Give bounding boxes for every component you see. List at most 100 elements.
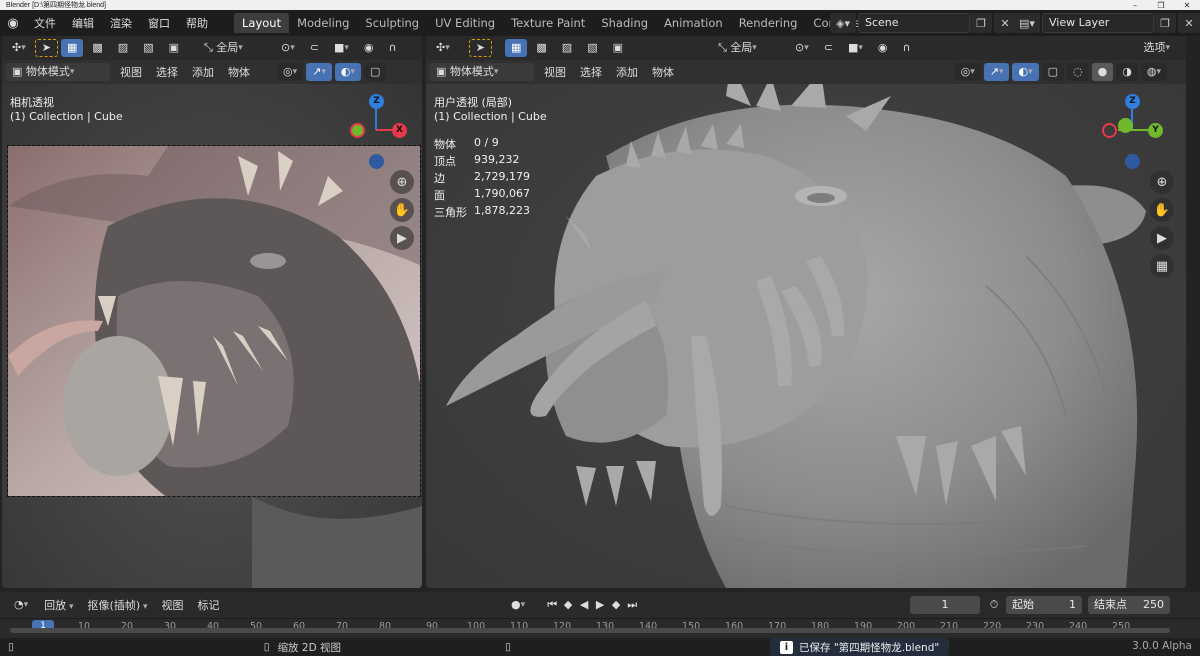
right-proportional-edit-icon[interactable]: ◉ (871, 39, 894, 57)
right-transform-orientation-select[interactable]: ⤡ 全局 (712, 39, 786, 57)
select-mode-subtract-icon[interactable]: ▨ (111, 39, 135, 57)
left-axis-gizmo[interactable]: Z X (342, 92, 412, 172)
auto-keying-icon[interactable]: ● (505, 596, 532, 614)
play-icon[interactable]: ▶ (592, 597, 608, 613)
tab-modeling[interactable]: Modeling (289, 13, 357, 33)
jump-keyframe-back-icon[interactable]: ◆ (560, 597, 576, 613)
right-pivot-point-icon[interactable]: ⊙ (789, 39, 815, 57)
right-menu-view[interactable]: 视图 (537, 64, 573, 80)
right-menu-object[interactable]: 物体 (645, 64, 681, 80)
keying-menu[interactable]: 抠像(插帧) (81, 597, 155, 613)
shading-wireframe-icon[interactable]: ◌ (1067, 63, 1089, 81)
timeline-menu-view[interactable]: 视图 (155, 597, 191, 613)
right-camera-view-icon[interactable]: ▶ (1150, 226, 1174, 250)
right-axis-gizmo[interactable]: Z Y (1098, 92, 1168, 172)
gizmo-z-axis[interactable]: Z (369, 94, 384, 109)
right-gizmo-z-axis-neg[interactable] (1125, 154, 1140, 169)
editor-type-icon[interactable]: ✣ (6, 39, 32, 57)
right-select-mode-invert-icon[interactable]: ▧ (581, 39, 604, 57)
maximize-icon[interactable]: ❐ (1148, 1, 1174, 10)
right-xray-toggle-icon[interactable]: ▢ (1041, 63, 1065, 81)
right-select-tool-icon[interactable]: ➤ (468, 39, 492, 57)
delete-scene-icon[interactable]: ✕ (994, 13, 1016, 33)
right-menu-select[interactable]: 选择 (573, 64, 609, 80)
shading-rendered-icon[interactable]: ◍ (1140, 63, 1167, 81)
view-layer-icon[interactable]: ▤▾ (1014, 13, 1040, 33)
jump-end-icon[interactable]: ⏭ (624, 597, 640, 613)
view-layer-field[interactable]: View Layer (1042, 13, 1154, 33)
menu-file[interactable]: 文件 (26, 15, 64, 31)
gizmo-toggle-icon[interactable]: ↗ (306, 63, 332, 81)
right-select-mode-subtract-icon[interactable]: ▨ (555, 39, 579, 57)
falloff-icon[interactable]: ∩ (382, 39, 403, 57)
camera-viewport[interactable]: ✣ ➤ ▦ ▩ ▨ ▧ ▣ ⤡ 全局 ⊙ ⊂ ■ ◉ ∩ ▣ 物体模式 视图 选… (2, 36, 422, 588)
menu-help[interactable]: 帮助 (178, 15, 216, 31)
left-mode-select[interactable]: ▣ 物体模式 (6, 63, 110, 81)
close-icon[interactable]: ✕ (1174, 1, 1200, 10)
minimize-icon[interactable]: – (1122, 1, 1148, 10)
right-gizmo-y-axis-neg[interactable] (1118, 118, 1133, 133)
select-mode-extend-icon[interactable]: ▩ (86, 39, 109, 57)
tab-texture-paint[interactable]: Texture Paint (503, 13, 593, 33)
right-zoom-icon[interactable]: ⊕ (1150, 170, 1174, 194)
select-tool-icon[interactable]: ➤ (34, 39, 58, 57)
stopwatch-icon[interactable]: ⏱ (986, 597, 1002, 613)
visibility-icon[interactable]: ◎ (277, 63, 304, 81)
perspective-grid-icon[interactable]: ▦ (1150, 254, 1174, 278)
right-visibility-icon[interactable]: ◎ (954, 63, 981, 81)
new-view-layer-icon[interactable]: ❐ (1154, 13, 1176, 33)
zoom-icon[interactable]: ⊕ (390, 170, 414, 194)
right-snap-target-icon[interactable]: ■ (841, 39, 869, 57)
blender-logo-icon[interactable]: ◉ (0, 16, 26, 31)
jump-start-icon[interactable]: ⏮ (544, 597, 560, 613)
scene-name-field[interactable]: Scene (858, 13, 970, 33)
play-reverse-icon[interactable]: ◀ (576, 597, 592, 613)
end-frame-field[interactable]: 结束点 250 (1088, 596, 1170, 614)
left-menu-object[interactable]: 物体 (221, 64, 257, 80)
right-gizmo-toggle-icon[interactable]: ↗ (983, 63, 1010, 81)
snap-icon[interactable]: ⊂ (303, 39, 325, 57)
right-editor-type-icon[interactable]: ✣ (430, 39, 456, 57)
right-select-mode-new-icon[interactable]: ▦ (504, 39, 528, 57)
right-menu-add[interactable]: 添加 (609, 64, 645, 80)
tab-rendering[interactable]: Rendering (731, 13, 806, 33)
right-select-mode-extend-icon[interactable]: ▩ (530, 39, 553, 57)
right-pan-hand-icon[interactable]: ✋ (1150, 198, 1174, 222)
right-overlay-toggle-icon[interactable]: ◐ (1012, 63, 1039, 81)
right-falloff-icon[interactable]: ∩ (896, 39, 917, 57)
menu-window[interactable]: 窗口 (140, 15, 178, 31)
right-select-mode-intersect-icon[interactable]: ▣ (606, 39, 629, 57)
delete-view-layer-icon[interactable]: ✕ (1178, 13, 1200, 33)
menu-render[interactable]: 渲染 (102, 15, 140, 31)
right-gizmo-z-axis[interactable]: Z (1125, 94, 1140, 109)
tab-sculpting[interactable]: Sculpting (357, 13, 427, 33)
start-frame-field[interactable]: 起始 1 (1006, 596, 1082, 614)
timeline-menu-marker[interactable]: 标记 (191, 597, 227, 613)
select-mode-intersect-icon[interactable]: ▣ (162, 39, 185, 57)
jump-keyframe-forward-icon[interactable]: ◆ (608, 597, 624, 613)
right-snap-icon[interactable]: ⊂ (817, 39, 839, 57)
tab-uv-editing[interactable]: UV Editing (427, 13, 503, 33)
select-mode-new-icon[interactable]: ▦ (60, 39, 84, 57)
timeline-scrollbar[interactable] (10, 628, 1170, 633)
tab-layout[interactable]: Layout (234, 13, 290, 33)
left-menu-add[interactable]: 添加 (185, 64, 221, 80)
menu-edit[interactable]: 编辑 (64, 15, 102, 31)
xray-toggle-icon[interactable]: ▢ (364, 63, 387, 81)
timeline-editor-type-icon[interactable]: ◔ (8, 596, 35, 614)
camera-view-icon[interactable]: ▶ (390, 226, 414, 250)
shading-material-icon[interactable]: ◑ (1116, 63, 1138, 81)
left-menu-view[interactable]: 视图 (113, 64, 149, 80)
new-scene-icon[interactable]: ❐ (970, 13, 992, 33)
scene-icon[interactable]: ◈▾ (830, 13, 856, 33)
user-perspective-viewport[interactable]: ✣ ➤ ▦ ▩ ▨ ▧ ▣ ⤡ 全局 ⊙ ⊂ ■ ◉ ∩ 选项 ▣ 物体模式 视… (426, 36, 1186, 588)
transform-orientation-select[interactable]: ⤡ 全局 (198, 39, 272, 57)
shading-solid-icon[interactable]: ● (1091, 63, 1114, 81)
right-gizmo-x-axis-neg[interactable] (1102, 123, 1117, 138)
right-mode-select[interactable]: ▣ 物体模式 (430, 63, 534, 81)
left-menu-select[interactable]: 选择 (149, 64, 185, 80)
proportional-edit-icon[interactable]: ◉ (357, 39, 380, 57)
tab-shading[interactable]: Shading (593, 13, 656, 33)
current-frame-field[interactable]: 1 (910, 596, 980, 614)
sidebar-collapsed-strip[interactable] (1186, 36, 1200, 588)
